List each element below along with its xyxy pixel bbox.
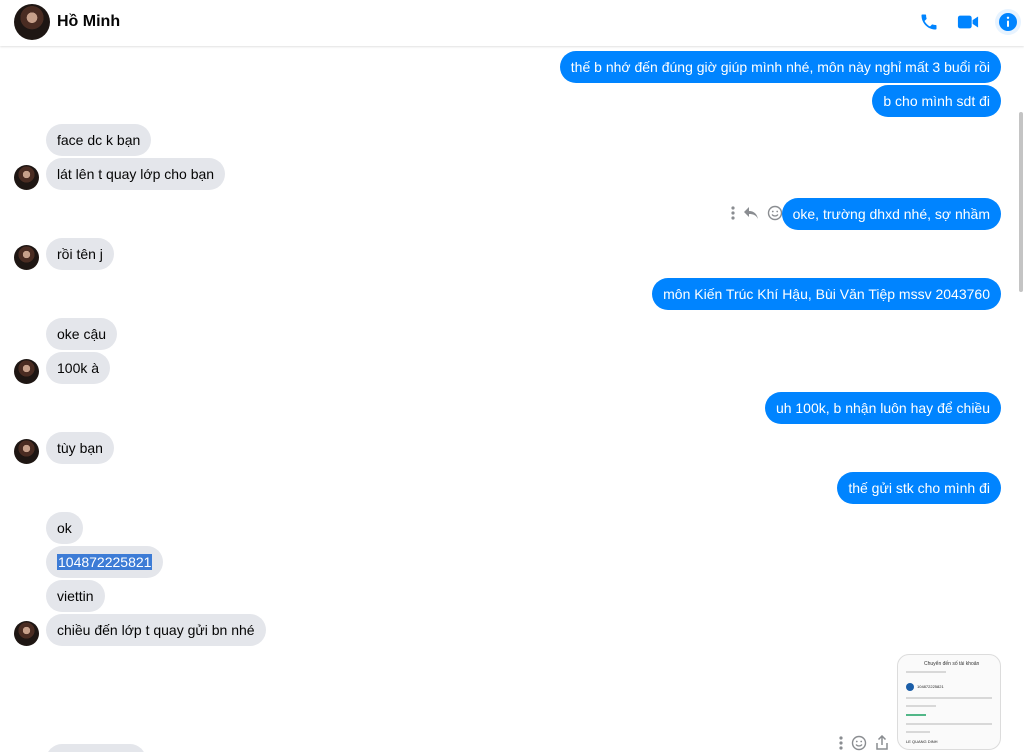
- message-incoming[interactable]: oke cậu: [46, 318, 118, 350]
- message-incoming[interactable]: chiều đến lớp t quay gửi bn nhé: [46, 614, 266, 646]
- contact-avatar-small[interactable]: [14, 359, 39, 384]
- attachment-title: Chuyển đến số tài khoản: [924, 661, 980, 667]
- image-attachment[interactable]: Chuyển đến số tài khoản 104872225821 LE …: [897, 654, 1001, 750]
- divider: [906, 697, 992, 699]
- more-options-icon[interactable]: [839, 736, 843, 750]
- attachment-account: 104872225821: [917, 684, 944, 689]
- video-icon[interactable]: [957, 11, 979, 33]
- message-outgoing[interactable]: b cho mình sdt đi: [872, 85, 1001, 117]
- message-incoming[interactable]: rồi tên j: [46, 238, 114, 270]
- info-icon[interactable]: [995, 9, 1021, 35]
- share-icon[interactable]: [875, 735, 889, 751]
- contact-avatar-small[interactable]: [14, 165, 39, 190]
- selected-text[interactable]: 104872225821: [57, 554, 153, 570]
- divider: [906, 705, 936, 707]
- message-incoming[interactable]: viettin: [46, 580, 105, 612]
- message-incoming[interactable]: tùy bạn: [46, 432, 114, 464]
- divider: [906, 723, 992, 725]
- contact-avatar-small[interactable]: [14, 439, 39, 464]
- message-incoming[interactable]: ok: [46, 512, 83, 544]
- message-incoming[interactable]: lát lên t quay lớp cho bạn: [46, 158, 226, 190]
- message-actions: [731, 205, 783, 221]
- bank-logo-icon: [906, 683, 914, 691]
- phone-icon[interactable]: [918, 11, 940, 33]
- contact-name[interactable]: Hồ Minh: [57, 13, 120, 31]
- divider: [906, 671, 946, 673]
- react-emoji-icon[interactable]: [851, 735, 867, 751]
- message-incoming[interactable]: 100k à: [46, 352, 111, 384]
- more-options-icon[interactable]: [731, 206, 735, 220]
- scrollbar-thumb[interactable]: [1019, 112, 1023, 292]
- message-incoming[interactable]: face dc k bạn: [46, 124, 152, 156]
- contact-avatar-small[interactable]: [14, 245, 39, 270]
- message-outgoing[interactable]: uh 100k, b nhận luôn hay để chiều: [764, 392, 1001, 424]
- message-incoming-partial[interactable]: [46, 744, 146, 752]
- message-outgoing[interactable]: môn Kiến Trúc Khí Hậu, Bùi Văn Tiệp mssv…: [652, 278, 1001, 310]
- react-emoji-icon[interactable]: [767, 205, 783, 221]
- message-outgoing[interactable]: oke, trường dhxd nhé, sợ nhầm: [781, 198, 1001, 230]
- status-line: [906, 714, 926, 716]
- contact-avatar[interactable]: [14, 4, 50, 40]
- message-incoming[interactable]: 104872225821: [46, 546, 164, 578]
- chat-header: Hồ Minh: [0, 0, 1024, 46]
- attachment-actions: [839, 735, 889, 751]
- scrollbar[interactable]: [1018, 46, 1024, 752]
- contact-avatar-small[interactable]: [14, 621, 39, 646]
- message-outgoing[interactable]: thế gửi stk cho mình đi: [837, 472, 1001, 504]
- divider: [906, 731, 930, 733]
- attachment-name: LE QUANG DINH: [906, 739, 938, 744]
- reply-icon[interactable]: [743, 206, 759, 220]
- message-outgoing[interactable]: thế b nhớ đến đúng giờ giúp mình nhé, mô…: [559, 51, 1001, 83]
